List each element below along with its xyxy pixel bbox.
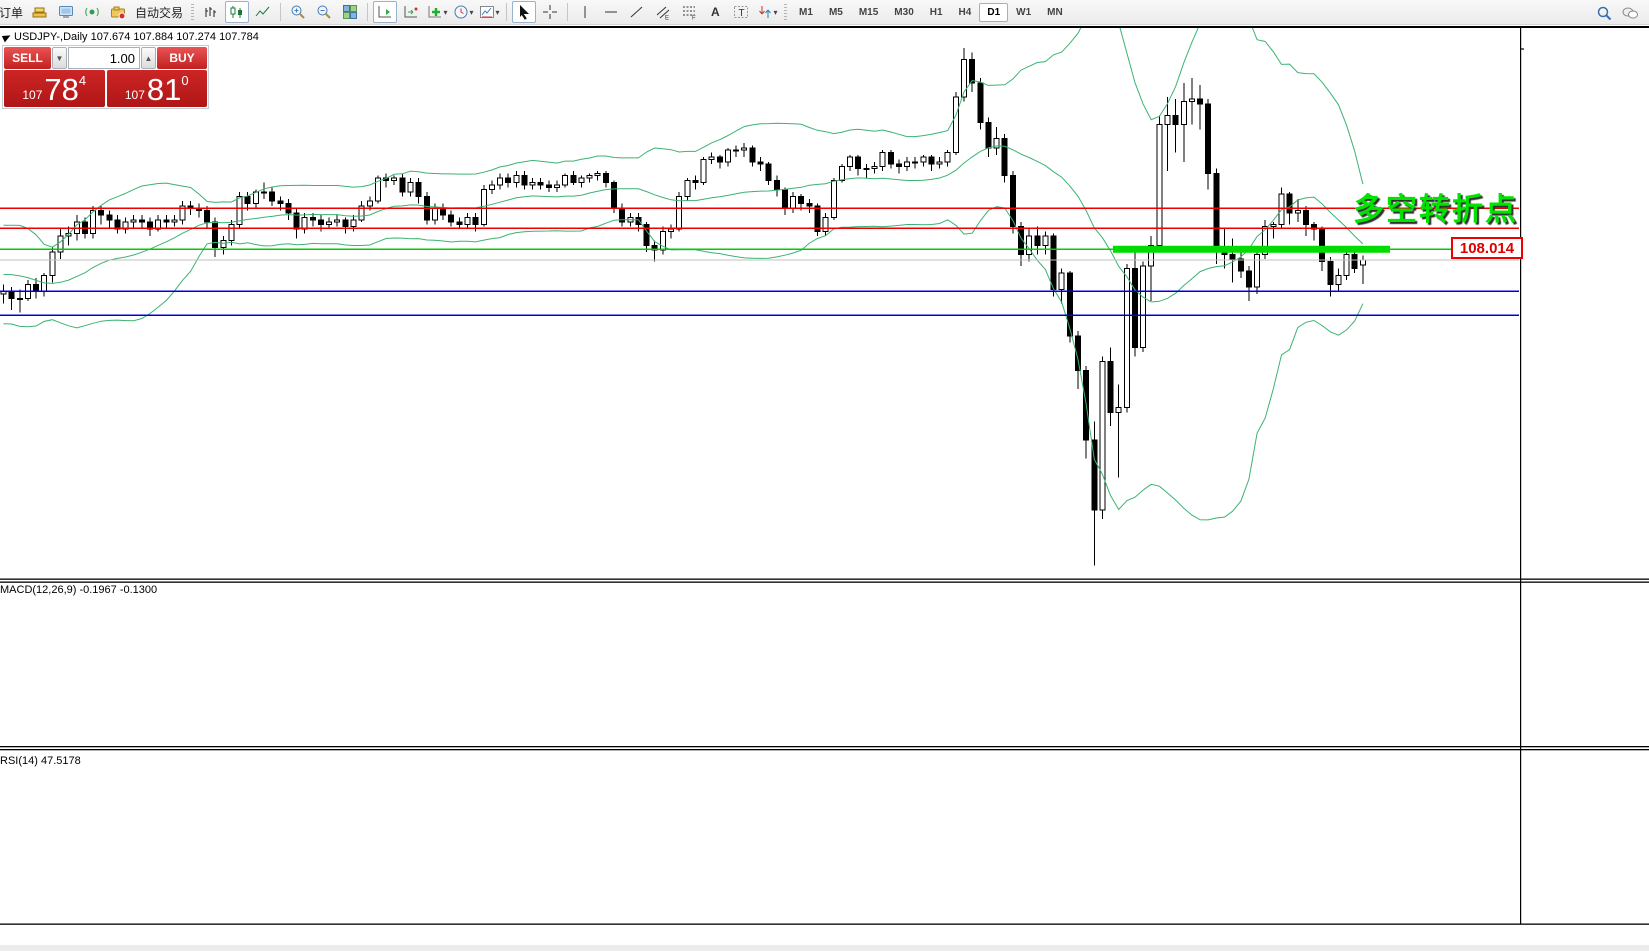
toolbar-separator [367,3,368,21]
svg-text:T: T [739,8,745,19]
toolbar: 订单 自动交易 ▾ ▾ ▾ E F A T ▾ M1M5M15M30H1H4D1… [0,0,1649,25]
symbol-ohlc-line: USDJPY-,Daily 107.674 107.884 107.274 10… [14,31,259,43]
toolbar-grip[interactable] [784,4,787,20]
bar-chart-icon[interactable] [199,1,223,23]
chevron-down-icon: ▾ [774,8,778,17]
autotrading-button[interactable]: 自动交易 [135,4,183,21]
indicators-icon[interactable]: ▾ [425,1,449,23]
vertical-line-icon[interactable] [573,1,597,23]
toolbar-separator [280,3,281,21]
new-order-button[interactable]: 订单 [0,4,23,21]
timeframe-mn[interactable]: MN [1039,3,1071,22]
terminal-icon[interactable] [54,1,78,23]
autotrading-icon[interactable] [106,1,130,23]
sell-price-pips: 78 [44,76,78,104]
timeframe-group: M1M5M15M30H1H4D1W1MN [791,3,1071,22]
buy-price-big-figure: 107 [125,88,145,102]
toolbar-separator [567,3,568,21]
timeframe-m5[interactable]: M5 [821,3,851,22]
line-chart-icon[interactable] [251,1,275,23]
equidistant-channel-icon[interactable]: E [651,1,675,23]
rsi-label: RSI(14) 47.5178 [0,755,81,767]
templates-icon[interactable]: ▾ [477,1,501,23]
macd-label: MACD(12,26,9) -0.1967 -0.1300 [0,584,157,596]
price-chart[interactable] [0,26,1649,951]
periods-icon[interactable]: ▾ [451,1,475,23]
timeframe-d1[interactable]: D1 [979,3,1008,22]
toolbar-grip[interactable] [191,4,194,20]
sell-price-point: 4 [79,73,86,88]
zoom-out-icon[interactable] [312,1,336,23]
timeframe-h4[interactable]: H4 [951,3,980,22]
chevron-down-icon: ▾ [496,8,500,17]
crosshair-icon[interactable] [538,1,562,23]
green-highlight-bar[interactable] [1113,246,1390,253]
svg-text:A: A [711,5,720,19]
fibonacci-icon[interactable]: F [677,1,701,23]
one-click-trade-panel: SELL ▼ ▲ BUY 107784 107810 [2,45,209,109]
signal-icon[interactable] [80,1,104,23]
sell-price-tile[interactable]: 107784 [4,70,105,107]
svg-text:F: F [692,16,696,21]
horizontal-line-icon[interactable] [599,1,623,23]
toolbar-separator [506,3,507,21]
arrows-icon[interactable]: ▾ [755,1,779,23]
tile-windows-icon[interactable] [338,1,362,23]
chart-shift-icon[interactable] [399,1,423,23]
timeframe-m1[interactable]: M1 [791,3,821,22]
timeframe-w1[interactable]: W1 [1008,3,1039,22]
sell-price-big-figure: 107 [22,88,42,102]
chat-icon[interactable] [1618,2,1642,24]
text-label-icon[interactable]: T [729,1,753,23]
search-icon[interactable] [1592,2,1616,24]
volume-up-button[interactable]: ▲ [141,47,156,69]
timeframe-h1[interactable]: H1 [922,3,951,22]
svg-text:E: E [665,16,669,21]
volume-down-button[interactable]: ▼ [52,47,67,69]
gold-bars-icon[interactable] [28,1,52,23]
cursor-icon[interactable] [512,1,536,23]
zoom-in-icon[interactable] [286,1,310,23]
timeframe-m15[interactable]: M15 [851,3,886,22]
text-icon[interactable]: A [703,1,727,23]
candlestick-chart-icon[interactable] [225,1,249,23]
volume-input[interactable] [68,47,140,69]
buy-price-tile[interactable]: 107810 [107,70,208,107]
buy-button[interactable]: BUY [157,47,207,69]
mt4-terminal: 订单 自动交易 ▾ ▾ ▾ E F A T ▾ M1M5M15M30H1H4D1… [0,0,1649,951]
chevron-down-icon: ▾ [444,8,448,17]
timeframe-m30[interactable]: M30 [886,3,921,22]
sell-button[interactable]: SELL [4,47,51,69]
auto-scroll-icon[interactable] [373,1,397,23]
trendline-icon[interactable] [625,1,649,23]
buy-price-point: 0 [181,73,188,88]
price-level-box[interactable]: 108.014 [1451,237,1523,259]
chevron-down-icon: ▾ [470,8,474,17]
buy-price-pips: 81 [147,76,181,104]
turning-point-annotation[interactable]: 多空转折点 [1353,184,1518,229]
